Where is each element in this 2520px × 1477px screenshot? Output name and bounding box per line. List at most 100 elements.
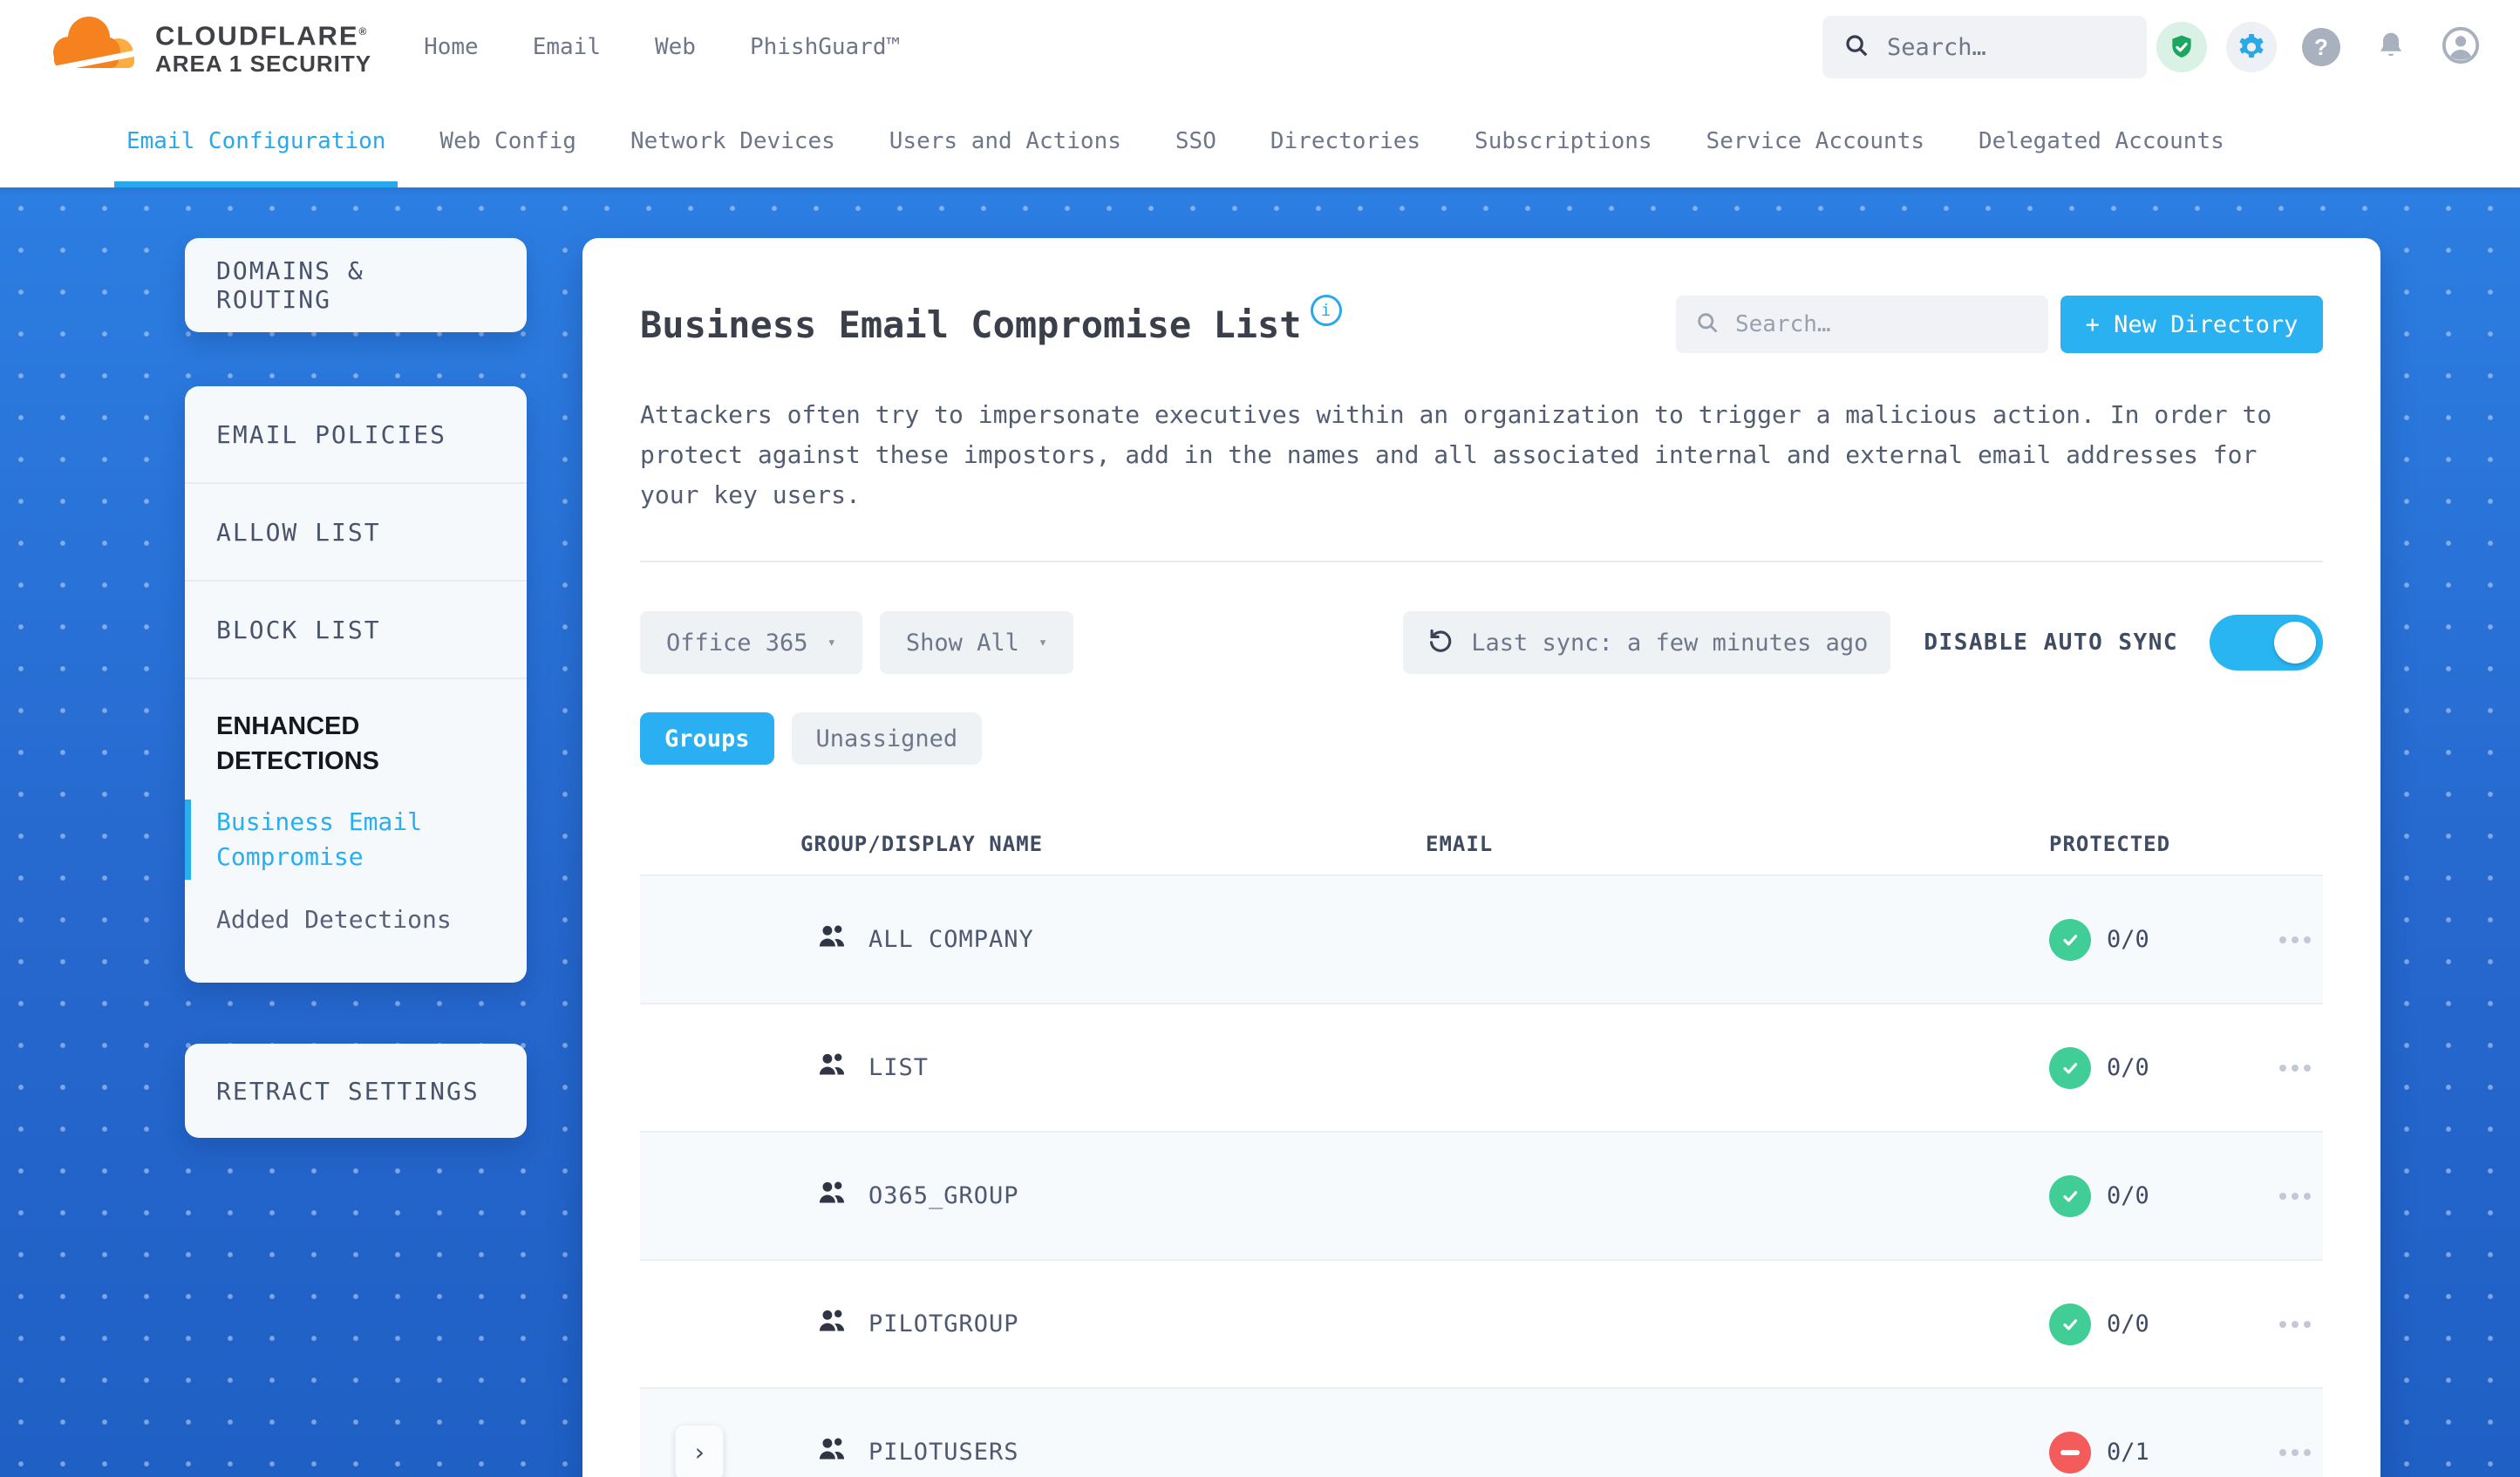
refresh-icon — [1426, 625, 1455, 661]
list-search[interactable] — [1676, 296, 2048, 353]
tab-network-devices[interactable]: Network Devices — [630, 94, 835, 187]
group-name-cell: PILOTUSERS — [816, 1435, 1426, 1469]
sidebar-item-block-list[interactable]: BLOCK LIST — [185, 582, 527, 679]
tab-email-configuration[interactable]: Email Configuration — [113, 94, 398, 187]
table-row-list[interactable]: LIST 0/0 — [640, 1003, 2323, 1131]
brand-name: CLOUDFLARE® — [155, 20, 367, 51]
group-name: O365_GROUP — [868, 1182, 1019, 1209]
help-icon: ? — [2302, 28, 2340, 66]
group-name-cell: PILOTGROUP — [816, 1307, 1426, 1341]
protection-status-badge — [2049, 918, 2091, 961]
divider — [640, 561, 2323, 562]
column-header-group-display-name: GROUP/DISPLAY NAME — [800, 832, 1044, 856]
last-sync-button[interactable]: Last sync: a few minutes ago — [1403, 611, 1891, 674]
table-row-pilotusers[interactable]: PILOTUSERS 0/1 — [640, 1387, 2323, 1477]
top-header: CLOUDFLARE® AREA 1 SECURITY Home Email Web… — [0, 0, 2520, 94]
settings-button[interactable] — [2217, 22, 2286, 72]
view-tab-groups[interactable]: Groups — [640, 712, 774, 765]
auto-sync-label: DISABLE AUTO SYNC — [1924, 630, 2178, 656]
show-filter-value: Show All — [905, 629, 1019, 657]
directory-select[interactable]: Office 365 — [640, 611, 862, 674]
protected-cell: 0/0 — [2049, 1046, 2267, 1089]
auto-sync-toggle[interactable] — [2210, 615, 2323, 670]
row-menu-button[interactable] — [2271, 1312, 2319, 1337]
group-icon — [816, 1435, 848, 1469]
cloudflare-logo[interactable]: CLOUDFLARE® AREA 1 SECURITY — [38, 13, 371, 81]
sidebar-item-retract-settings[interactable]: RETRACT SETTINGS — [185, 1044, 527, 1138]
minus-icon — [2060, 1449, 2080, 1455]
sidebar-item-domains-routing[interactable]: DOMAINS & ROUTING — [185, 238, 527, 332]
config-tab-bar: Email Configuration Web Config Network Dev… — [0, 94, 2520, 187]
global-search-input[interactable] — [1885, 32, 2126, 62]
row-menu-button[interactable] — [2271, 1184, 2319, 1208]
group-name: PILOTUSERS — [868, 1439, 1019, 1466]
info-icon[interactable]: i — [1310, 295, 1342, 326]
table-body: ALL COMPANY 0/0 LIST 0/0 O365_GROUP 0/0 … — [640, 875, 2323, 1477]
table-row-pilotgroup[interactable]: PILOTGROUP 0/0 — [640, 1259, 2323, 1387]
security-status-button[interactable] — [2147, 22, 2217, 72]
protected-cell: 0/1 — [2049, 1431, 2267, 1474]
sync-cluster: Last sync: a few minutes ago DISABLE AUT… — [1403, 611, 2323, 674]
group-icon — [816, 922, 848, 956]
row-menu-button[interactable] — [2271, 1440, 2319, 1465]
show-filter-select[interactable]: Show All — [879, 611, 1074, 674]
group-name-cell: O365_GROUP — [816, 1179, 1426, 1213]
tab-delegated-accounts[interactable]: Delegated Accounts — [1979, 94, 2224, 187]
protected-count: 0/0 — [2107, 926, 2149, 953]
row-menu-button[interactable] — [2271, 928, 2319, 952]
protection-status-badge — [2049, 1174, 2091, 1217]
tab-service-accounts[interactable]: Service Accounts — [1706, 94, 1924, 187]
group-icon — [816, 1179, 848, 1213]
enhanced-detections-subnav: Business Email Compromise Added Detection… — [185, 800, 495, 937]
tab-subscriptions[interactable]: Subscriptions — [1475, 94, 1652, 187]
sidebar-label-retract-settings: RETRACT SETTINGS — [216, 1076, 480, 1106]
new-directory-button[interactable]: + New Directory — [2060, 296, 2323, 353]
protected-cell: 0/0 — [2049, 1174, 2267, 1217]
sidebar-item-allow-list[interactable]: ALLOW LIST — [185, 484, 527, 582]
help-button[interactable]: ? — [2286, 28, 2356, 66]
protection-status-badge — [2049, 1303, 2091, 1345]
view-tab-unassigned[interactable]: Unassigned — [791, 712, 983, 765]
protection-status-badge — [2049, 1046, 2091, 1089]
column-header-email: EMAIL — [1426, 832, 1494, 856]
tab-users-and-actions[interactable]: Users and Actions — [889, 94, 1121, 187]
header-nav-phishguard[interactable]: PhishGuard™ — [750, 34, 900, 60]
protected-cell: 0/0 — [2049, 918, 2267, 961]
sidebar-policy-items: EMAIL POLICIES ALLOW LIST BLOCK LIST — [185, 386, 527, 679]
chevron-down-icon — [828, 634, 836, 651]
table-row-all-company[interactable]: ALL COMPANY 0/0 — [640, 875, 2323, 1003]
list-search-input[interactable] — [1733, 310, 2029, 338]
header-nav-home[interactable]: Home — [424, 34, 479, 60]
active-indicator-bar — [185, 800, 191, 880]
global-search[interactable] — [1822, 16, 2147, 78]
row-menu-button[interactable] — [2271, 1056, 2319, 1080]
user-avatar-icon — [2441, 25, 2481, 69]
account-button[interactable] — [2426, 25, 2496, 69]
search-icon — [1843, 32, 1870, 62]
sidebar-item-email-policies[interactable]: EMAIL POLICIES — [185, 386, 527, 484]
gear-icon — [2226, 22, 2277, 72]
table-header: GROUP/DISPLAY NAME EMAIL PROTECTED — [640, 813, 2323, 875]
sidebar-subitem-business-email-compromise[interactable]: Business Email Compromise — [185, 800, 495, 880]
sidebar-subitem-added-detections[interactable]: Added Detections — [216, 902, 495, 937]
sidebar-label-domains-routing: DOMAINS & ROUTING — [216, 256, 364, 314]
tab-directories[interactable]: Directories — [1270, 94, 1420, 187]
header-nav: Home Email Web PhishGuard™ — [424, 34, 900, 60]
column-header-protected: PROTECTED — [2049, 832, 2171, 856]
protected-count: 0/0 — [2107, 1310, 2149, 1337]
tab-sso[interactable]: SSO — [1175, 94, 1216, 187]
bell-icon — [2375, 29, 2407, 65]
header-nav-email[interactable]: Email — [533, 34, 601, 60]
tab-web-config[interactable]: Web Config — [439, 94, 576, 187]
sidebar-item-enhanced-detections[interactable]: ENHANCED DETECTIONS Business Email Compr… — [185, 679, 527, 976]
group-icon — [816, 1051, 848, 1085]
row-actions-cell — [2267, 1184, 2323, 1208]
notifications-button[interactable] — [2356, 29, 2426, 65]
header-nav-web[interactable]: Web — [655, 34, 696, 60]
expand-row-button[interactable] — [675, 1424, 724, 1477]
sidebar-policies-card: EMAIL POLICIES ALLOW LIST BLOCK LIST ENHAN… — [185, 386, 527, 983]
table-row-o365-group[interactable]: O365_GROUP 0/0 — [640, 1131, 2323, 1259]
protection-status-badge — [2049, 1431, 2091, 1474]
protected-count: 0/0 — [2107, 1054, 2149, 1081]
row-actions-cell — [2267, 928, 2323, 952]
